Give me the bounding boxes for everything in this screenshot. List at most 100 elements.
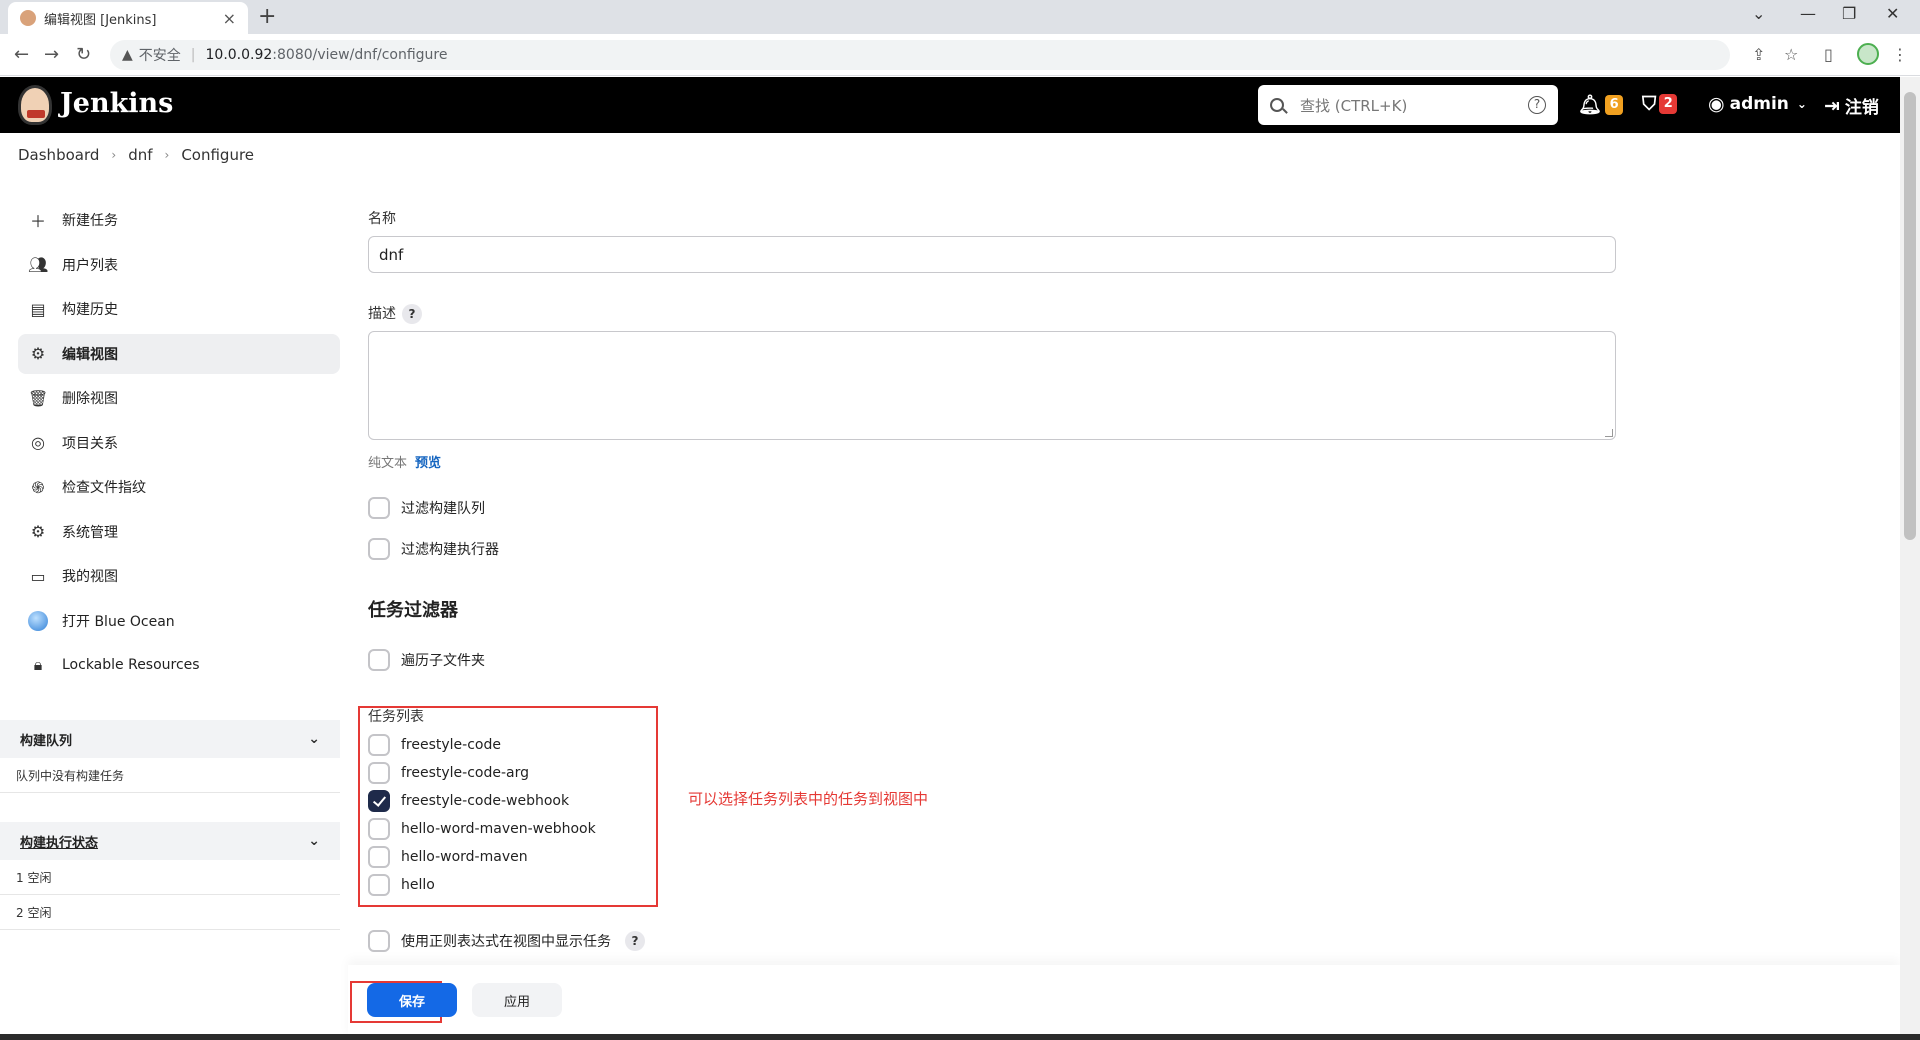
search-input[interactable]: 查找 (CTRL+K) ? — [1258, 85, 1558, 125]
sidebar-item-users[interactable]: 👥︎ 用户列表 — [18, 245, 340, 285]
restore-button[interactable]: ❐ — [1842, 4, 1856, 23]
filter-queue-row[interactable]: 过滤构建队列 — [368, 497, 485, 519]
jobs-label: 任务列表 — [368, 709, 424, 725]
side-panel-icon[interactable]: ▯ — [1824, 45, 1833, 64]
job-row[interactable]: hello-word-maven-webhook — [368, 818, 596, 840]
bell-icon: 🔔︎ — [1578, 94, 1603, 116]
breadcrumb-dashboard[interactable]: Dashboard — [18, 146, 99, 164]
notifications-badge: 6 — [1605, 94, 1624, 115]
sidebar-item-blue-ocean[interactable]: 打开 Blue Ocean — [18, 601, 340, 641]
sidebar-item-label: Lockable Resources — [62, 657, 200, 673]
search-help-icon[interactable]: ? — [1528, 96, 1546, 114]
executors-title[interactable]: 构建执行状态 — [20, 832, 98, 851]
logout-button[interactable]: ⇥ 注销 — [1824, 93, 1879, 119]
gear-icon: ⚙ — [30, 522, 46, 541]
job-checkbox[interactable] — [368, 874, 390, 896]
job-row[interactable]: hello-word-maven — [368, 846, 528, 868]
job-checkbox[interactable] — [368, 734, 390, 756]
sidebar-item-manage[interactable]: ⚙ 系统管理 — [18, 512, 340, 552]
breadcrumb-configure[interactable]: Configure — [181, 146, 254, 164]
sidebar-item-project-relation[interactable]: ◎ 项目关系 — [18, 423, 340, 463]
jenkins-title[interactable]: Jenkins — [60, 88, 173, 119]
sidebar-item-label: 项目关系 — [62, 435, 118, 452]
scrollbar-thumb[interactable] — [1904, 92, 1916, 540]
breadcrumb: Dashboard › dnf › Configure — [18, 146, 254, 164]
sidebar-item-my-views[interactable]: ▭ 我的视图 — [18, 556, 340, 596]
minimize-button[interactable]: — — [1800, 4, 1816, 23]
job-row[interactable]: freestyle-code-arg — [368, 762, 529, 784]
user-icon: ◉ — [1708, 93, 1725, 115]
bookmark-star-icon[interactable]: ☆ — [1784, 45, 1798, 64]
filter-executors-checkbox[interactable] — [368, 538, 390, 560]
user-menu[interactable]: ◉ admin ⌄ — [1708, 93, 1807, 115]
description-textarea[interactable] — [368, 331, 1616, 440]
notifications-button[interactable]: 🔔︎ 6 — [1578, 93, 1624, 116]
executor-row[interactable]: 1 空闲 — [0, 860, 340, 895]
job-checkbox[interactable] — [368, 818, 390, 840]
filter-queue-checkbox[interactable] — [368, 497, 390, 519]
plus-icon: ＋ — [29, 212, 46, 231]
jenkins-header: Jenkins 查找 (CTRL+K) ? 🔔︎ 6 ⛉ 2 ◉ admin ⌄… — [0, 77, 1900, 133]
job-row[interactable]: freestyle-code — [368, 734, 501, 756]
jenkins-logo-icon[interactable] — [18, 85, 52, 125]
url-input[interactable]: ▲ 不安全 | 10.0.0.92 :8080/view/dnf/configu… — [110, 40, 1730, 70]
build-queue-header[interactable]: 构建队列 ⌄ — [0, 720, 340, 758]
sidebar-item-new-job[interactable]: ＋ 新建任务 — [18, 200, 340, 240]
format-row: 纯文本 预览 — [368, 452, 441, 471]
job-filter-title: 任务过滤器 — [368, 600, 458, 621]
sidebar-item-delete-view[interactable]: 🗑︎ 删除视图 — [18, 378, 340, 418]
executors-panel: 构建执行状态 ⌄ 1 空闲 2 空闲 — [0, 822, 340, 930]
description-help-icon[interactable]: ? — [402, 304, 422, 324]
search-icon — [1270, 98, 1284, 112]
sidebar-item-fingerprint[interactable]: ֍ 检查文件指纹 — [18, 467, 340, 507]
close-window-button[interactable]: ✕ — [1886, 4, 1899, 23]
address-bar: ← → ↻ ▲ 不安全 | 10.0.0.92 :8080/view/dnf/c… — [0, 34, 1920, 76]
security-badge: 2 — [1659, 94, 1678, 114]
regex-help-icon[interactable]: ? — [625, 931, 645, 951]
job-checkbox[interactable] — [368, 846, 390, 868]
job-row[interactable]: hello — [368, 874, 435, 896]
job-row[interactable]: freestyle-code-webhook — [368, 790, 569, 812]
save-button[interactable]: 保存 — [367, 983, 457, 1017]
job-checkbox[interactable] — [368, 790, 390, 812]
forward-icon[interactable]: → — [44, 44, 59, 65]
new-tab-button[interactable]: + — [258, 4, 276, 29]
browser-menu-icon[interactable]: ⋮ — [1892, 45, 1908, 64]
executor-row[interactable]: 2 空闲 — [0, 895, 340, 930]
sidebar-item-build-history[interactable]: ▤ 构建历史 — [18, 289, 340, 329]
security-button[interactable]: ⛉ 2 — [1642, 93, 1678, 115]
recurse-row[interactable]: 遍历子文件夹 — [368, 649, 485, 671]
user-name: admin — [1729, 94, 1789, 114]
insecure-label[interactable]: 不安全 — [139, 45, 181, 65]
lock-icon: 🔒︎ — [33, 655, 43, 674]
back-icon[interactable]: ← — [14, 44, 29, 65]
executors-header[interactable]: 构建执行状态 ⌄ — [0, 822, 340, 860]
sidebar-item-edit-view[interactable]: ⚙ 编辑视图 — [18, 333, 340, 374]
share-icon[interactable]: ⇪ — [1752, 45, 1765, 64]
job-checkbox[interactable] — [368, 762, 390, 784]
filter-queue-label: 过滤构建队列 — [401, 501, 485, 517]
job-name: freestyle-code — [401, 737, 501, 753]
browser-tab[interactable]: 编辑视图 [Jenkins] × — [8, 2, 248, 34]
chevron-down-icon[interactable]: ⌄ — [308, 731, 320, 747]
preview-link[interactable]: 预览 — [415, 456, 441, 471]
gear-icon: ⚙ — [30, 344, 46, 363]
sidebar: ＋ 新建任务 👥︎ 用户列表 ▤ 构建历史 ⚙ 编辑视图 🗑︎ 删除视图 ◎ 项… — [0, 200, 348, 690]
job-name: freestyle-code-arg — [401, 765, 530, 781]
tab-search-icon[interactable]: ⌄ — [1752, 4, 1765, 23]
regex-checkbox[interactable] — [368, 930, 390, 952]
sidebar-item-lockable-resources[interactable]: 🔒︎ Lockable Resources — [18, 645, 340, 685]
reload-icon[interactable]: ↻ — [76, 44, 91, 65]
regex-row[interactable]: 使用正则表达式在视图中显示任务 ? — [368, 930, 645, 952]
sidebar-item-label: 打开 Blue Ocean — [62, 613, 175, 630]
apply-button[interactable]: 应用 — [472, 983, 562, 1017]
filter-executors-row[interactable]: 过滤构建执行器 — [368, 538, 499, 560]
chevron-down-icon[interactable]: ⌄ — [308, 833, 320, 849]
name-input[interactable]: dnf — [368, 236, 1616, 273]
close-tab-icon[interactable]: × — [223, 9, 236, 28]
resize-handle-icon[interactable] — [1605, 429, 1613, 437]
breadcrumb-dnf[interactable]: dnf — [128, 146, 152, 164]
profile-avatar[interactable] — [1857, 43, 1879, 65]
build-queue-title: 构建队列 — [20, 733, 73, 749]
recurse-checkbox[interactable] — [368, 649, 390, 671]
